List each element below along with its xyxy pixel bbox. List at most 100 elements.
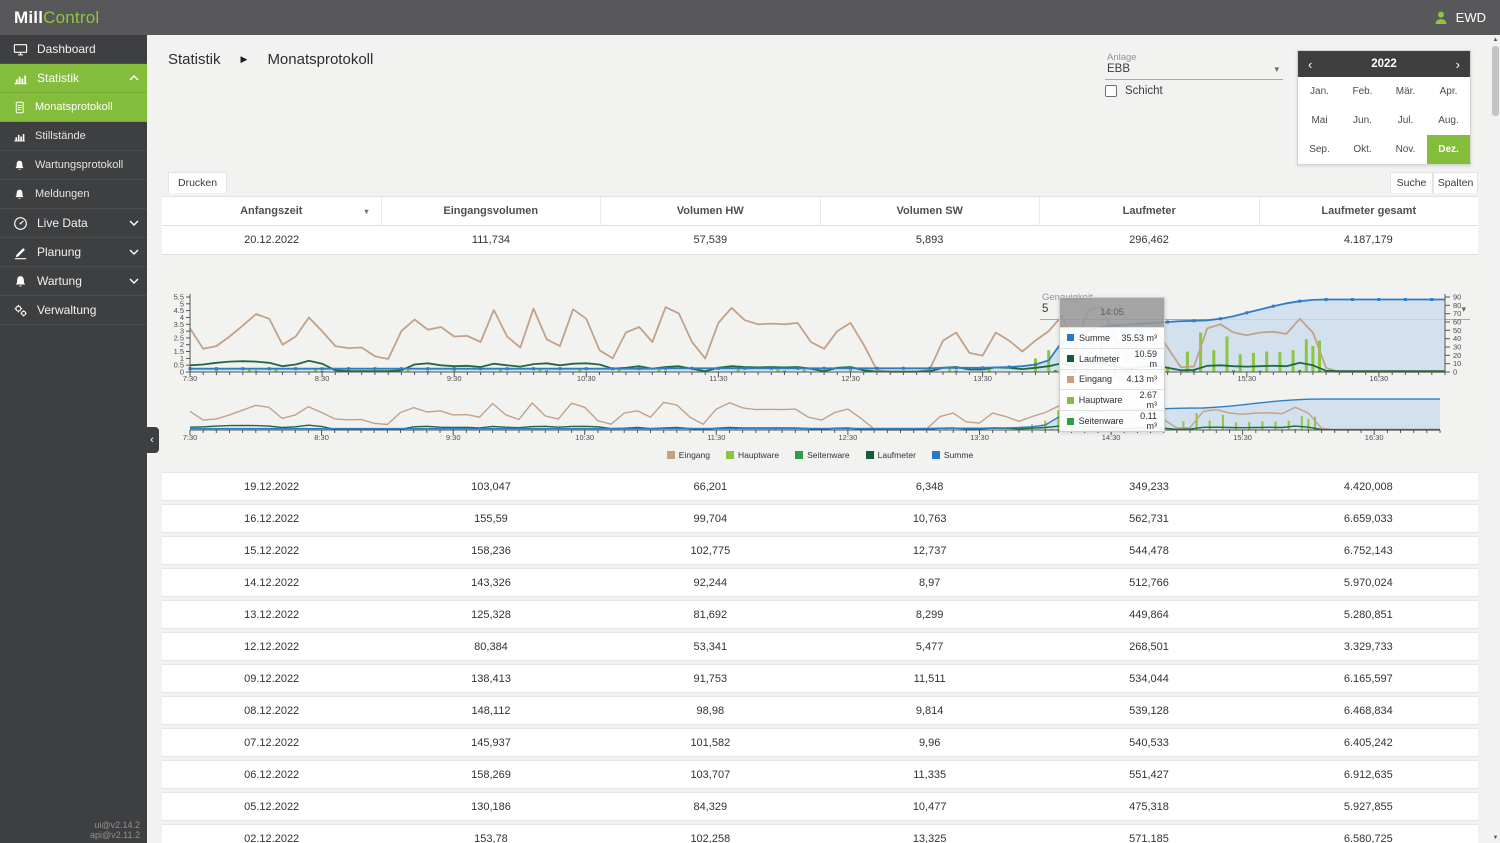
app-logo: MillControl [14, 8, 99, 28]
bell-icon [15, 189, 24, 199]
breadcrumb-parent[interactable]: Statistik [168, 51, 221, 68]
table-row[interactable]: 16.12.2022 155,59 99,704 10,763 562,731 6.659… [162, 504, 1478, 533]
legend-item-seitenware[interactable]: Seitenware [795, 450, 850, 460]
legend-item-laufmeter[interactable]: Laufmeter [865, 450, 916, 460]
table-row[interactable]: 15.12.2022 158,236 102,775 12,737 544,478 6.7… [162, 536, 1478, 565]
month-jun-[interactable]: Jun. [1341, 106, 1384, 135]
prev-year-button[interactable]: ‹ [1308, 58, 1312, 71]
column-header-anfangszeit[interactable]: Anfangszeit ▾ [162, 197, 382, 225]
schicht-checkbox-row[interactable]: Schicht [1105, 85, 1163, 97]
cell: 13.12.2022 [244, 608, 300, 621]
tooltip-row-hauptware: Hauptware 2.67 m³ [1060, 389, 1164, 410]
month-dez-[interactable]: Dez. [1427, 135, 1470, 164]
sidebar-item-dashboard[interactable]: Dashboard [0, 35, 147, 64]
svg-text:8:30: 8:30 [314, 433, 329, 442]
tooltip-series-value: 4.13 m³ [1126, 374, 1157, 385]
svg-text:15:30: 15:30 [1233, 433, 1252, 442]
month-picker: ‹ 2022 › Jan. Feb. Mär. Apr. Mai Jun. Jul. Aug.… [1297, 50, 1471, 165]
suche-button[interactable]: Suche [1390, 172, 1433, 193]
cell: 4.420,008 [1343, 480, 1393, 493]
column-header-volumen-hw[interactable]: Volumen HW [601, 197, 821, 225]
svg-text:90: 90 [1453, 293, 1461, 302]
table-row[interactable]: 09.12.2022 138,413 91,753 11,511 534,044 6.16… [162, 664, 1478, 693]
spalten-button[interactable]: Spalten [1433, 172, 1478, 193]
table-row[interactable]: 08.12.2022 148,112 98,98 9,814 539,128 6.468,… [162, 696, 1478, 725]
main-content: Statistik ▶ Monatsprotokoll Anlage EBB ▾… [147, 35, 1492, 843]
column-header-volumen-sw[interactable]: Volumen SW [821, 197, 1040, 225]
sidebar-item-stillst-nde[interactable]: Stillstände [0, 122, 147, 151]
month-aug-[interactable]: Aug. [1427, 106, 1470, 135]
scroll-down-icon[interactable]: ▼ [1491, 833, 1500, 843]
month-apr-[interactable]: Apr. [1427, 77, 1470, 106]
cell: 268,501 [1129, 640, 1169, 653]
chart-legend: Eingang Hauptware Seitenware Laufmeter Summe [162, 450, 1478, 460]
cell: 12.12.2022 [244, 640, 300, 653]
month-jan-[interactable]: Jan. [1298, 77, 1341, 106]
anlage-label: Anlage [1107, 52, 1137, 63]
chart-icon [14, 75, 27, 84]
cell: 101,582 [690, 736, 731, 749]
legend-item-eingang[interactable]: Eingang [666, 450, 710, 460]
svg-text:9:30: 9:30 [446, 433, 461, 442]
svg-text:40: 40 [1453, 334, 1461, 343]
schicht-checkbox[interactable] [1105, 85, 1117, 97]
column-header-laufmeter[interactable]: Laufmeter [1040, 197, 1260, 225]
tooltip-row-eingang: Eingang 4.13 m³ [1060, 368, 1164, 390]
table-row-expanded[interactable]: 20.12.2022 111,734 57,539 5,893 296,462 4.187… [162, 226, 1478, 255]
scrollbar-thumb[interactable] [1492, 46, 1499, 116]
month-jul-[interactable]: Jul. [1384, 106, 1427, 135]
drucken-button[interactable]: Drucken [168, 172, 228, 193]
column-header-laufmeter-gesamt[interactable]: Laufmeter gesamt [1260, 197, 1479, 225]
sidebar-item-verwaltung[interactable]: Verwaltung [0, 296, 147, 325]
month-m-r-[interactable]: Mär. [1384, 77, 1427, 106]
month-okt-[interactable]: Okt. [1341, 135, 1384, 164]
chart-navigator[interactable]: 7:30 8:30 9:30 10:30 11:30 12:30 13:30 14:30 15:… [162, 393, 1478, 445]
sidebar-item-live-data[interactable]: Live Data [0, 209, 147, 238]
breadcrumb: Statistik ▶ Monatsprotokoll [168, 51, 373, 68]
table-row[interactable]: 07.12.2022 145,937 101,582 9,96 540,533 6.405… [162, 728, 1478, 757]
table-row[interactable]: 05.12.2022 130,186 84,329 10,477 475,318 5.92… [162, 792, 1478, 821]
sidebar-item-statistik[interactable]: Statistik [0, 64, 147, 93]
breadcrumb-arrow-icon: ▶ [240, 54, 248, 64]
sidebar-item-monatsprotokoll[interactable]: Monatsprotokoll [0, 93, 147, 122]
cell: 102,775 [690, 544, 731, 557]
monitor-icon [13, 43, 28, 55]
svg-text:11:30: 11:30 [707, 433, 725, 442]
sidebar-item-planung[interactable]: Planung [0, 238, 147, 267]
scroll-up-icon[interactable]: ▲ [1491, 35, 1500, 45]
column-header-eingangsvolumen[interactable]: Eingangsvolumen [382, 197, 601, 225]
gauge-icon [14, 216, 27, 230]
tooltip-row-laufmeter: Laufmeter 10.59 m [1060, 347, 1164, 369]
cell: 571,185 [1129, 832, 1169, 843]
sidebar-item-label: Monatsprotokoll [35, 101, 113, 113]
sidebar-collapse-handle[interactable]: ‹ [145, 427, 159, 453]
legend-item-summe[interactable]: Summe [931, 450, 973, 460]
month-mai[interactable]: Mai [1298, 106, 1341, 135]
cell: 6.659,033 [1343, 512, 1393, 525]
user-menu[interactable]: EWD [1433, 10, 1486, 26]
table-row[interactable]: 02.12.2022 153,78 102,258 13,325 571,185 6.58… [162, 824, 1478, 843]
sidebar-item-wartungsprotokoll[interactable]: Wartungsprotokoll [0, 151, 147, 180]
month-sep-[interactable]: Sep. [1298, 135, 1341, 164]
cell: 5,477 [915, 640, 944, 653]
anlage-select[interactable]: Anlage EBB ▾ [1105, 51, 1283, 80]
tooltip-series-value: 35.53 m³ [1121, 332, 1157, 343]
cell: 8,299 [915, 608, 944, 621]
table-row[interactable]: 19.12.2022 103,047 66,201 6,348 349,233 4.420… [162, 472, 1478, 501]
month-nov-[interactable]: Nov. [1384, 135, 1427, 164]
month-feb-[interactable]: Feb. [1341, 77, 1384, 106]
cell: 9,814 [915, 704, 944, 717]
table-row[interactable]: 14.12.2022 143,326 92,244 8,97 512,766 5.970,… [162, 568, 1478, 597]
next-year-button[interactable]: › [1456, 58, 1460, 71]
table-row[interactable]: 13.12.2022 125,328 81,692 8,299 449,864 5.280… [162, 600, 1478, 629]
sort-caret-icon[interactable]: ▾ [364, 207, 368, 216]
table-row[interactable]: 12.12.2022 80,384 53,341 5,477 268,501 3.329,… [162, 632, 1478, 661]
sidebar-item-wartung[interactable]: Wartung [0, 267, 147, 296]
legend-item-hauptware[interactable]: Hauptware [725, 450, 779, 460]
monatsprotokoll-chart[interactable]: 7:308:309:3010:3011:3012:3013:3014:3015:… [162, 290, 1478, 385]
vertical-scrollbar[interactable]: ▲ ▼ [1491, 35, 1500, 843]
sidebar-item-meldungen[interactable]: Meldungen [0, 180, 147, 209]
svg-text:16:30: 16:30 [1365, 433, 1384, 442]
table-row[interactable]: 06.12.2022 158,269 103,707 11,335 551,427 6.9… [162, 760, 1478, 789]
tooltip-series-value: 2.67 m³ [1139, 390, 1157, 411]
